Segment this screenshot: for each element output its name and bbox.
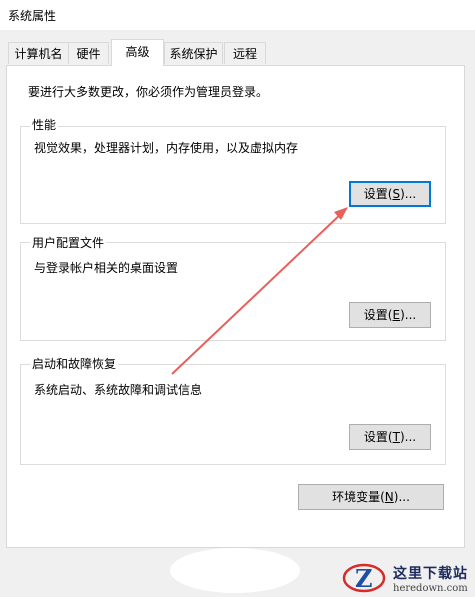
watermark-logo: Z — [342, 563, 386, 593]
svg-text:Z: Z — [355, 564, 373, 593]
button-label-tail: )... — [393, 490, 410, 504]
watermark-sub: heredown.com — [393, 583, 468, 594]
access-key: E — [392, 308, 401, 322]
tab-label: 高级 — [125, 45, 150, 59]
access-key: N — [384, 490, 394, 504]
tab-label: 系统保护 — [169, 47, 218, 61]
environment-variables-button[interactable]: 环境变量(N)... — [298, 484, 444, 510]
tab-remote[interactable]: 远程 — [224, 42, 266, 64]
access-key: T — [392, 430, 400, 444]
watermark-text: 这里下载站 heredown.com — [393, 563, 468, 594]
watermark-main: 这里下载站 — [393, 566, 468, 582]
button-label: 设置( — [363, 430, 393, 444]
button-label-tail: )... — [400, 187, 417, 201]
button-label: 环境变量( — [332, 490, 385, 504]
tab-label: 硬件 — [76, 47, 101, 61]
window-title: 系统属性 — [8, 9, 57, 23]
user-profiles-description: 与登录帐户相关的桌面设置 — [34, 261, 179, 275]
admin-notice: 要进行大多数更改，你必须作为管理员登录。 — [28, 85, 269, 99]
tab-hardware[interactable]: 硬件 — [68, 42, 109, 64]
tab-label: 远程 — [232, 47, 257, 61]
tab-advanced[interactable]: 高级 — [111, 39, 164, 66]
group-title-user-profiles: 用户配置文件 — [30, 234, 107, 251]
title-bar: 系统属性 — [0, 0, 475, 30]
group-title-startup-recovery: 启动和故障恢复 — [30, 355, 119, 372]
tab-label: 计算机名 — [14, 47, 63, 61]
tab-computer-name[interactable]: 计算机名 — [8, 42, 69, 64]
button-label-tail: )... — [400, 308, 417, 322]
performance-description: 视觉效果，处理器计划，内存使用，以及虚拟内存 — [34, 141, 299, 155]
tab-system-protection[interactable]: 系统保护 — [164, 42, 223, 64]
button-label: 设置( — [363, 308, 393, 322]
access-key: S — [392, 187, 401, 201]
startup-recovery-settings-button[interactable]: 设置(T)... — [349, 424, 431, 450]
button-label-tail: )... — [399, 430, 417, 444]
watermark-smudge — [170, 548, 300, 593]
startup-recovery-description: 系统启动、系统故障和调试信息 — [34, 383, 203, 397]
button-label: 设置( — [363, 187, 393, 201]
performance-settings-button[interactable]: 设置(S)... — [349, 181, 431, 207]
user-profiles-settings-button[interactable]: 设置(E)... — [349, 302, 431, 328]
group-title-performance: 性能 — [30, 116, 59, 133]
